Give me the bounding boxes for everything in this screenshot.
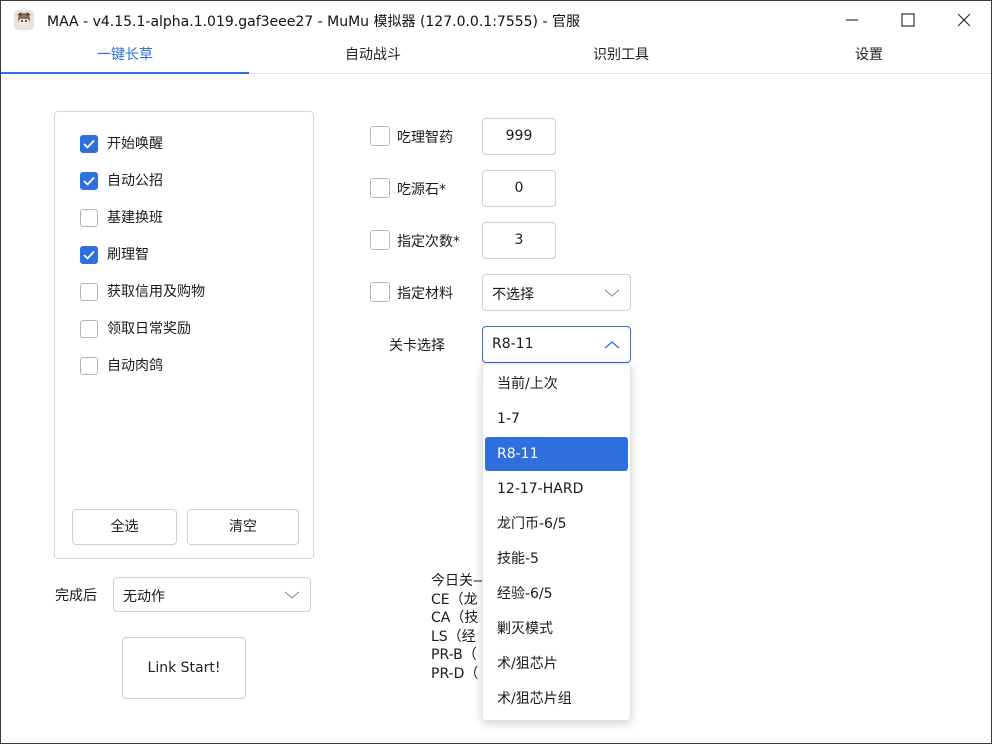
times-label: 指定次数* [397, 234, 460, 250]
info-line: PR-B（ [431, 647, 477, 663]
after-complete-label: 完成后 [55, 588, 97, 604]
minimize-icon [846, 19, 858, 21]
stage-option[interactable]: 技能-5 [485, 542, 628, 576]
stone-label: 吃源石* [397, 182, 446, 198]
close-icon [957, 13, 971, 27]
main-tabs: 一键长草 自动战斗 识别工具 设置 [1, 39, 991, 74]
info-line: LS（经 [431, 628, 476, 645]
info-line: CA（技 [431, 610, 479, 626]
task-checkbox[interactable] [80, 246, 98, 264]
stage-option-selected[interactable]: R8-11 [485, 437, 628, 471]
material-select[interactable]: 不选择 [482, 274, 631, 311]
after-complete-value: 无动作 [123, 589, 165, 605]
medicine-checkbox[interactable] [370, 126, 390, 146]
checkmark-icon [83, 176, 95, 186]
task-list-panel: 开始唤醒 自动公招 基建换班 刷理智 获取信用及购物 领取日常奖励 自动肉鸽 全… [54, 111, 314, 559]
stage-option[interactable]: 龙门币-6/5 [485, 507, 628, 541]
app-logo-icon [13, 9, 35, 31]
task-checkbox[interactable] [80, 172, 98, 190]
select-all-button[interactable]: 全选 [72, 509, 177, 545]
close-button[interactable] [941, 1, 987, 39]
task-label: 自动肉鸽 [107, 358, 163, 374]
times-checkbox[interactable] [370, 230, 390, 250]
medicine-input[interactable]: 999 [482, 118, 556, 155]
maximize-icon [901, 13, 915, 27]
material-label: 指定材料 [397, 286, 453, 302]
minimize-button[interactable] [829, 1, 875, 39]
after-complete-select[interactable]: 无动作 [113, 577, 311, 612]
info-line: CE（龙 [431, 591, 478, 608]
stage-select[interactable]: R8-11 [482, 326, 631, 363]
stage-value: R8-11 [492, 336, 534, 352]
stone-input[interactable]: 0 [482, 170, 556, 207]
task-checkbox[interactable] [80, 135, 98, 153]
task-label: 开始唤醒 [107, 136, 163, 152]
checkmark-icon [83, 139, 95, 149]
chevron-up-icon [604, 341, 620, 349]
info-line: 今日关— [431, 573, 487, 589]
task-label: 获取信用及购物 [107, 284, 205, 300]
material-value: 不选择 [492, 287, 534, 303]
tab-auto-battle[interactable]: 自动战斗 [249, 39, 497, 73]
tab-recognition-tools[interactable]: 识别工具 [497, 39, 745, 73]
clear-button[interactable]: 清空 [187, 509, 299, 545]
stage-label: 关卡选择 [389, 338, 445, 354]
window-title: MAA - v4.15.1-alpha.1.019.gaf3eee27 - Mu… [47, 14, 580, 30]
stage-option[interactable]: 经验-6/5 [485, 577, 628, 611]
checkmark-icon [83, 250, 95, 260]
chevron-down-icon [284, 591, 300, 599]
task-label: 基建换班 [107, 210, 163, 226]
title-bar[interactable]: MAA - v4.15.1-alpha.1.019.gaf3eee27 - Mu… [1, 1, 991, 39]
app-window: MAA - v4.15.1-alpha.1.019.gaf3eee27 - Mu… [0, 0, 992, 744]
tab-one-click[interactable]: 一键长草 [1, 39, 249, 74]
times-input[interactable]: 3 [482, 222, 556, 259]
link-start-button[interactable]: Link Start! [122, 637, 246, 699]
task-label: 领取日常奖励 [107, 321, 191, 337]
stage-option[interactable]: 1-7 [485, 402, 628, 436]
task-checkbox[interactable] [80, 357, 98, 375]
task-label: 自动公招 [107, 173, 163, 189]
stone-checkbox[interactable] [370, 178, 390, 198]
stage-option[interactable]: 当前/上次 [485, 367, 628, 401]
stage-option[interactable]: 术/狙芯片组 [485, 682, 628, 716]
stage-dropdown: 当前/上次 1-7 R8-11 12-17-HARD 龙门币-6/5 技能-5 … [482, 363, 631, 721]
chevron-down-icon [604, 289, 620, 297]
material-checkbox[interactable] [370, 282, 390, 302]
stage-info-text: 今日关— CE（龙 CA（技 LS（经 PR-B（ PR-D（ [431, 572, 487, 683]
stage-option[interactable]: 术/狙芯片 [485, 647, 628, 681]
task-checkbox[interactable] [80, 320, 98, 338]
stage-option[interactable]: 剿灭模式 [485, 612, 628, 646]
task-checkbox[interactable] [80, 209, 98, 227]
task-label: 刷理智 [107, 247, 149, 263]
stage-option[interactable]: 12-17-HARD [485, 472, 628, 506]
tab-settings[interactable]: 设置 [745, 39, 991, 73]
info-line: PR-D（ [431, 665, 479, 682]
task-checkbox[interactable] [80, 283, 98, 301]
maximize-button[interactable] [885, 1, 931, 39]
medicine-label: 吃理智药 [397, 130, 453, 146]
